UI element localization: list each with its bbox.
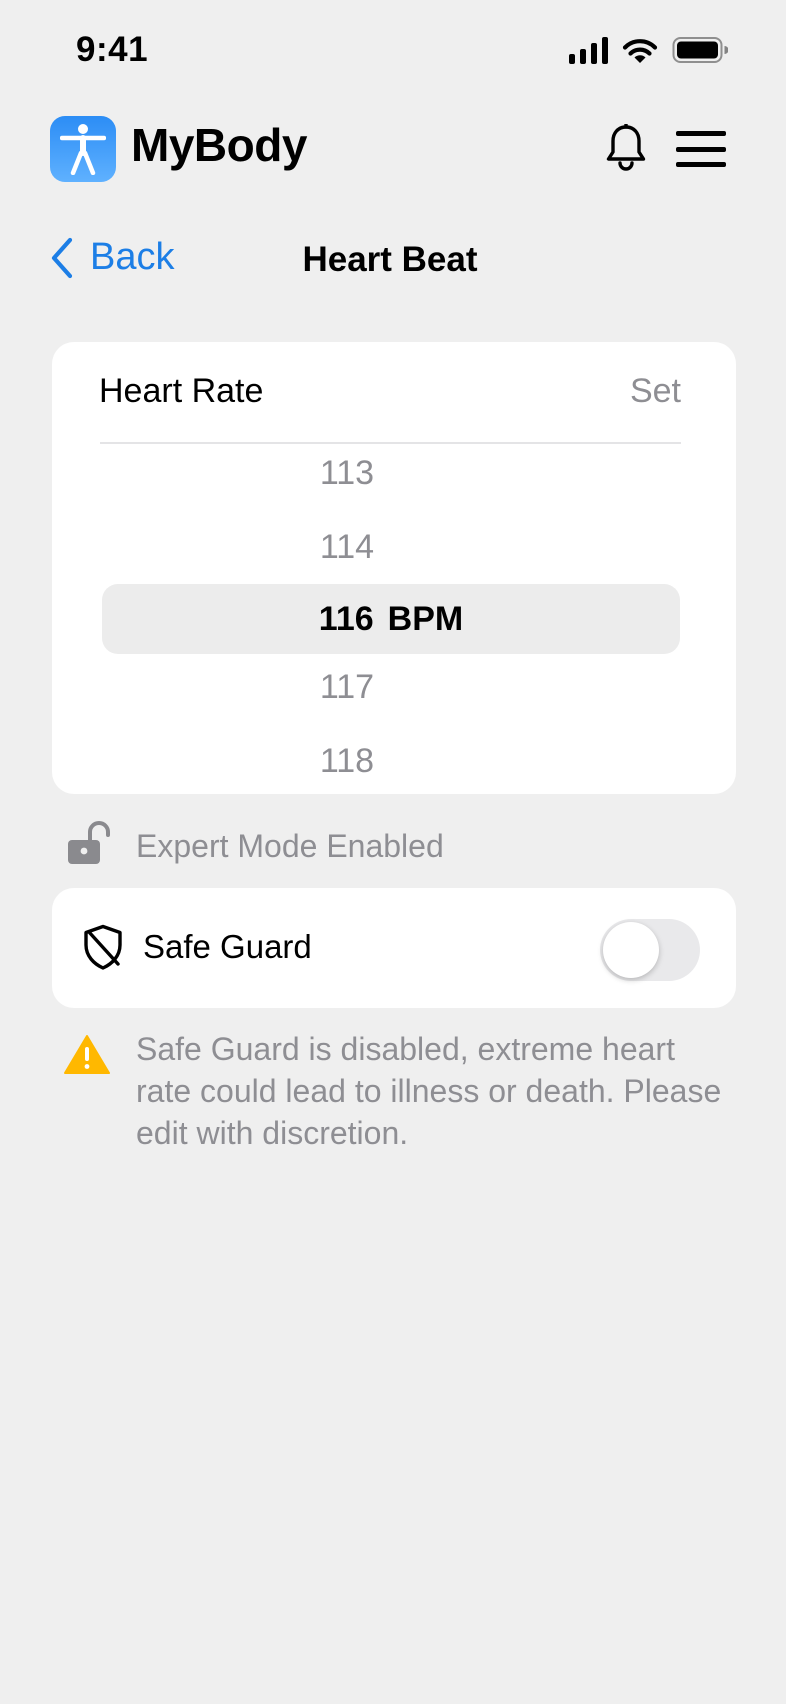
hamburger-menu-icon[interactable] (676, 131, 726, 167)
cellular-signal-icon (569, 36, 608, 64)
unlocked-lock-icon (68, 821, 110, 864)
warning-triangle-icon (64, 1035, 110, 1074)
selected-value: 116 (318, 599, 374, 638)
wifi-icon (622, 39, 658, 63)
selected-unit: BPM (387, 599, 464, 638)
person-accessibility-icon (60, 124, 106, 175)
picker-option[interactable]: 117 (52, 668, 642, 707)
screen: 9:41 MyBody Back Heart Beat Heart Rate S… (0, 0, 786, 1704)
picker-option[interactable]: 113 (52, 454, 642, 493)
app-logo (50, 116, 116, 182)
toggle-knob (603, 922, 659, 978)
picker-selected-option[interactable]: 116 BPM (102, 584, 680, 654)
status-time: 9:41 (76, 30, 149, 69)
expert-mode-row (66, 820, 112, 866)
set-button[interactable]: Set (630, 372, 681, 411)
bell-icon[interactable] (605, 124, 647, 172)
picker-option[interactable]: 118 (52, 742, 642, 781)
picker-option[interactable]: 114 (52, 528, 642, 567)
heart-rate-picker-card: Heart Rate Set 113 114 116 BPM 117 118 (52, 342, 736, 794)
app-name: MyBody (131, 119, 307, 171)
warning-text: Safe Guard is disabled, extreme heart ra… (136, 1031, 722, 1151)
safe-guard-card: Safe Guard (52, 888, 736, 1008)
battery-icon (672, 37, 728, 63)
picker-label: Heart Rate (99, 372, 264, 410)
safe-guard-label: Safe Guard (143, 928, 312, 965)
page-title-text: Heart Beat (302, 240, 478, 279)
safe-guard-toggle[interactable] (600, 919, 700, 981)
expert-mode-text: Expert Mode Enabled (136, 828, 444, 864)
shield-slash-icon (84, 924, 122, 970)
page-title: Heart Beat (0, 240, 786, 280)
divider (100, 442, 681, 444)
status-icons (569, 36, 728, 64)
